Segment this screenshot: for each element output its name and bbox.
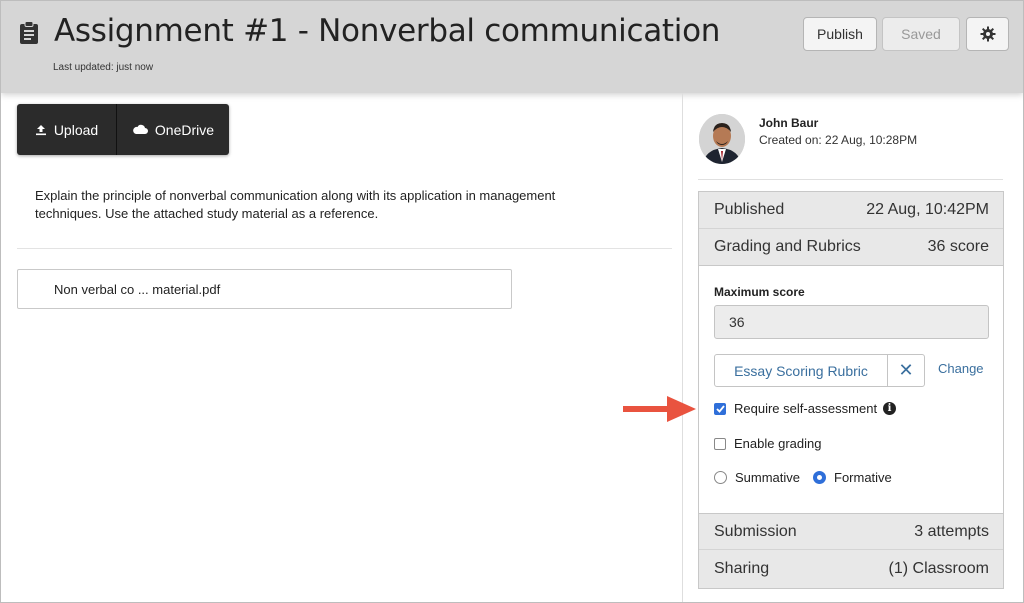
author-name: John Baur (759, 116, 819, 130)
formative-label: Formative (834, 470, 892, 485)
arrow-icon (623, 396, 696, 422)
close-icon: ✕ (898, 360, 914, 380)
rubric-button[interactable]: Essay Scoring Rubric (714, 354, 888, 387)
sharing-row[interactable]: Sharing (1) Classroom (699, 550, 1003, 588)
attach-button-group: Upload OneDrive (17, 104, 229, 155)
change-rubric-link[interactable]: Change (938, 361, 984, 376)
attached-file[interactable]: Non verbal co ... material.pdf (17, 269, 512, 309)
sharing-value: (1) Classroom (888, 560, 989, 577)
publish-button[interactable]: Publish (803, 17, 877, 51)
assignment-settings-panel: Published 22 Aug, 10:42PM Grading and Ru… (698, 191, 1004, 589)
gear-icon (980, 26, 995, 42)
settings-button[interactable] (966, 17, 1009, 51)
self-assessment-row: Require self-assessment i (714, 401, 897, 416)
formative-radio-row: Formative (813, 470, 892, 485)
sharing-label: Sharing (714, 560, 770, 577)
summative-radio-row: Summative (714, 470, 800, 485)
onedrive-button[interactable]: OneDrive (117, 104, 229, 155)
page-title: Assignment #1 - Nonverbal communication (54, 13, 721, 49)
upload-button[interactable]: Upload (17, 104, 117, 155)
cloud-icon (133, 124, 148, 134)
self-assessment-label: Require self-assessment (734, 401, 878, 416)
info-icon[interactable]: i (883, 402, 897, 415)
enable-grading-checkbox[interactable] (714, 437, 726, 450)
formative-radio[interactable] (813, 471, 826, 484)
self-assessment-checkbox[interactable] (714, 402, 726, 415)
grading-label: Grading and Rubrics (714, 238, 861, 255)
divider (698, 179, 1003, 180)
enable-grading-row: Enable grading (714, 436, 821, 451)
column-divider (682, 93, 683, 602)
app-frame: Assignment #1 - Nonverbal communication … (0, 0, 1024, 603)
grading-value: 36 score (927, 238, 989, 255)
avatar (699, 114, 745, 164)
clipboard-icon (20, 21, 38, 44)
header-bar: Assignment #1 - Nonverbal communication … (1, 1, 1023, 93)
saved-button[interactable]: Saved (882, 17, 960, 51)
published-value: 22 Aug, 10:42PM (866, 201, 989, 218)
maximum-score-input[interactable]: 36 (714, 305, 989, 339)
upload-icon (35, 124, 46, 135)
upload-label: Upload (53, 121, 99, 138)
enable-grading-label: Enable grading (734, 436, 822, 451)
last-updated-text: Last updated: just now (53, 62, 154, 73)
user-photo-icon (699, 114, 745, 164)
divider (17, 248, 672, 249)
created-on-text: Created on: 22 Aug, 10:28PM (759, 133, 918, 147)
onedrive-label: OneDrive (154, 121, 215, 138)
submission-value: 3 attempts (914, 522, 989, 540)
summative-label: Summative (735, 470, 801, 485)
checkmark-icon (715, 404, 725, 413)
published-label: Published (714, 201, 785, 218)
maximum-score-label: Maximum score (714, 285, 805, 299)
remove-rubric-button[interactable]: ✕ (887, 354, 925, 387)
submission-label: Submission (714, 522, 797, 540)
assignment-description: Explain the principle of nonverbal commu… (35, 188, 556, 221)
published-row[interactable]: Published 22 Aug, 10:42PM (699, 192, 1003, 229)
grading-rubrics-row[interactable]: Grading and Rubrics 36 score (699, 229, 1003, 266)
file-name: Non verbal co ... material.pdf (54, 281, 221, 297)
summative-radio[interactable] (714, 471, 727, 484)
submission-row[interactable]: Submission 3 attempts (699, 513, 1003, 550)
